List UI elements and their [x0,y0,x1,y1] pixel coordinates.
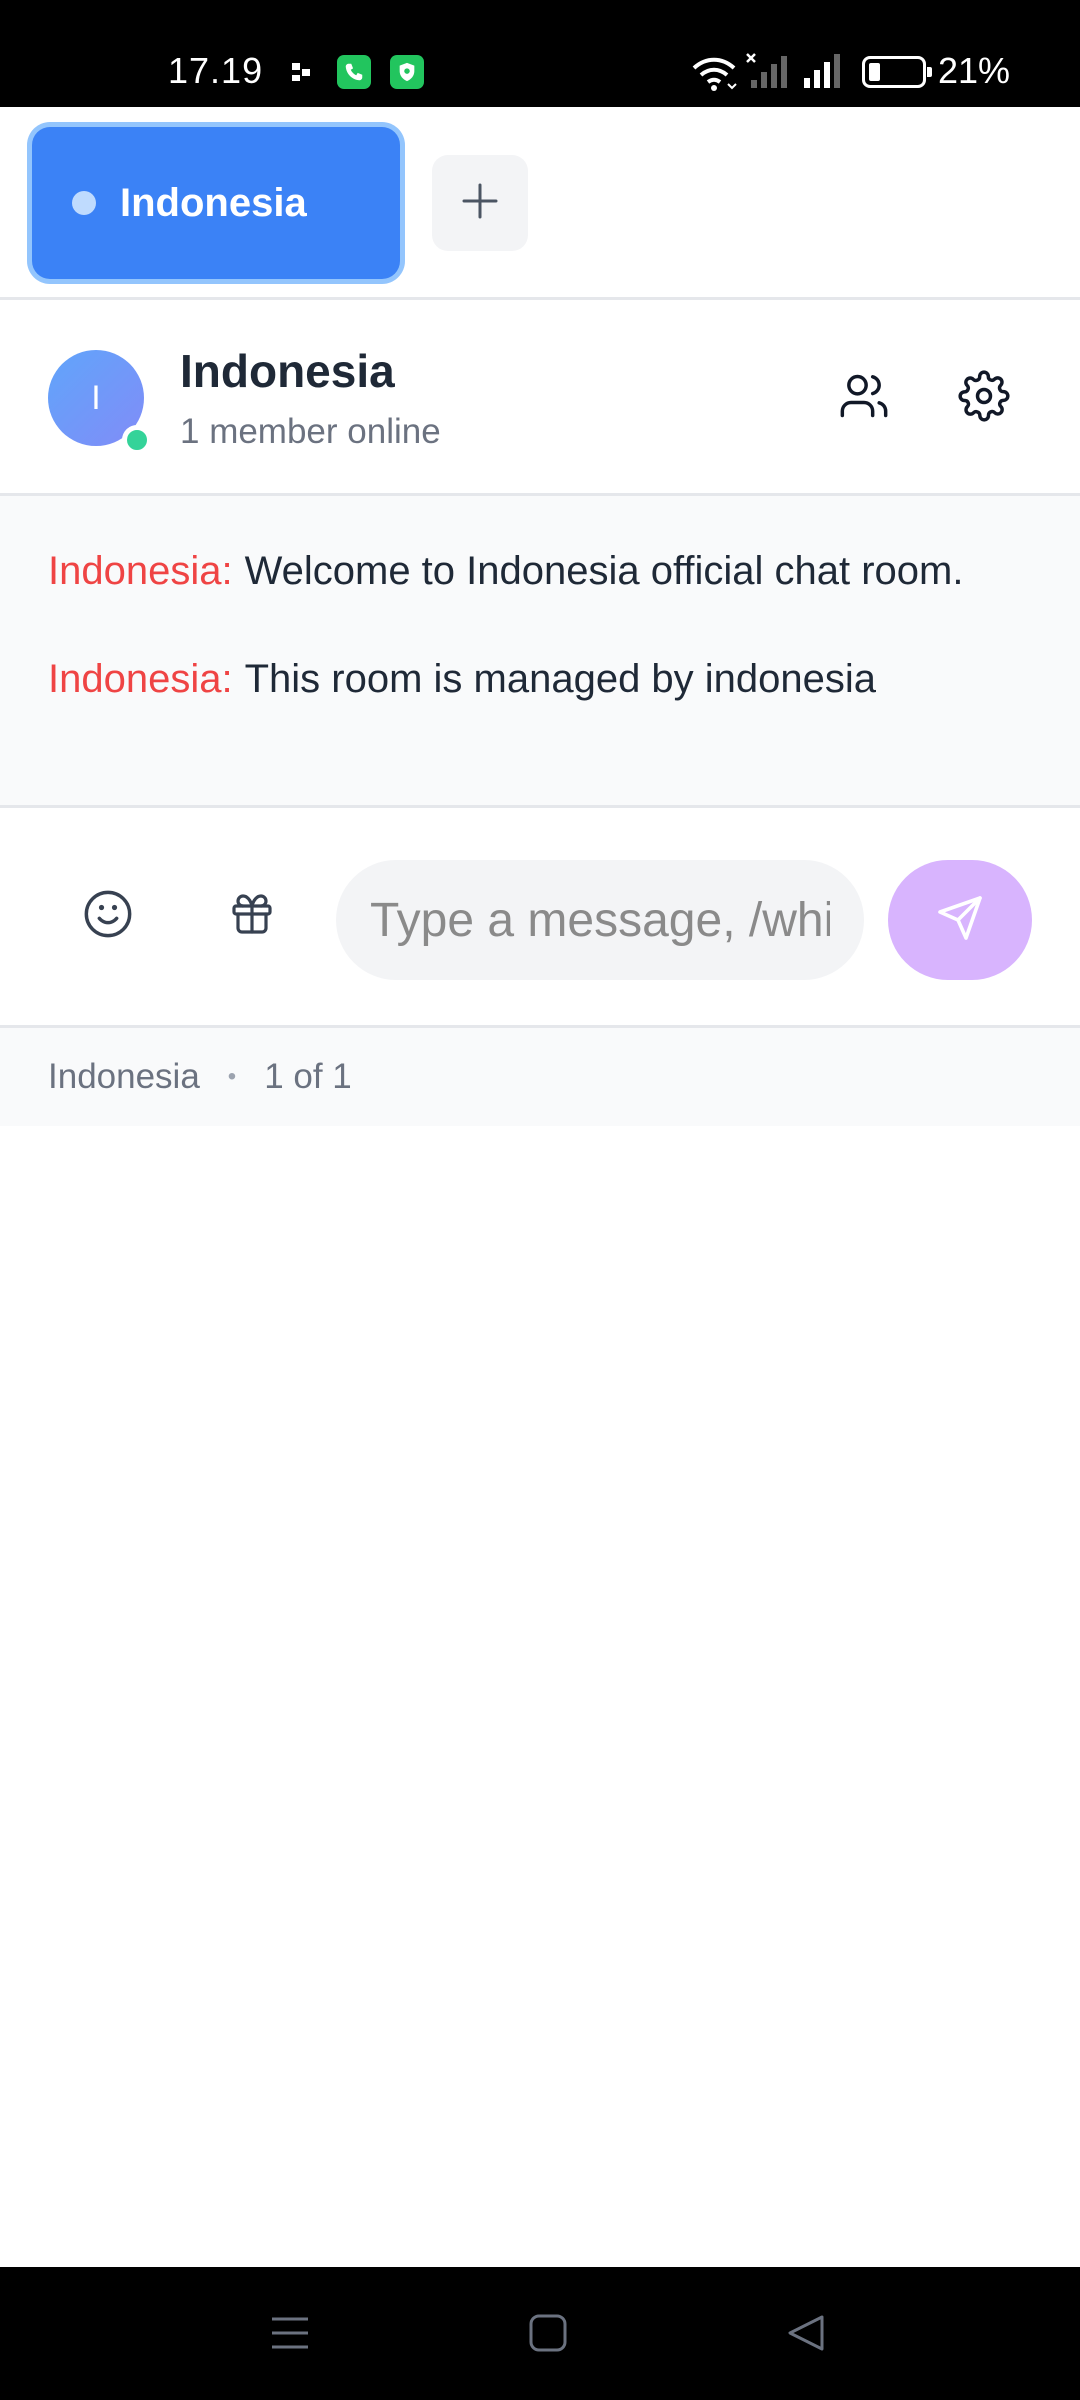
shield-app-icon [390,55,424,89]
online-count: 1 member online [180,412,441,451]
recent-apps-button[interactable] [262,2307,318,2363]
gear-icon [958,369,1010,427]
gift-icon [228,890,276,943]
back-button[interactable] [778,2307,834,2363]
message-sender[interactable]: Indonesia: [48,549,233,593]
tab-status-dot [72,191,96,215]
send-icon [936,894,984,947]
message-list: Indonesia: Welcome to Indonesia official … [0,496,1080,808]
wifi-icon [690,54,738,97]
message-input[interactable] [336,860,864,980]
members-icon [838,370,890,427]
battery-icon [862,56,932,88]
menu-icon [270,2315,310,2356]
message-text: This room is managed by indonesia [244,657,877,701]
battery-percent: 21% [938,50,1011,91]
pager-room-name: Indonesia [48,1057,200,1096]
chat-message: Indonesia: Welcome to Indonesia official … [48,546,1080,596]
members-button[interactable] [828,362,900,434]
send-button[interactable] [888,860,1032,980]
home-button[interactable] [520,2307,576,2363]
phone-app-icon [337,55,371,89]
signal-no-service-icon [745,52,791,95]
chat-message: Indonesia: This room is managed by indone… [48,654,1080,704]
room-title: Indonesia [180,345,395,397]
signal-icon [800,52,846,95]
message-composer [0,808,1080,1028]
pager-page: 1 of 1 [264,1057,352,1096]
add-room-button[interactable] [432,155,528,251]
tab-label: Indonesia [120,180,307,225]
system-nav-bar [0,2267,1080,2400]
emoji-icon [82,888,134,945]
status-time: 17.19 [168,50,264,91]
plus-icon [460,181,500,226]
message-text: Welcome to Indonesia official chat room. [244,549,964,593]
emoji-button[interactable] [70,878,146,954]
room-tabs-bar: Indonesia [0,107,1080,300]
notification-dots-icon [290,60,314,84]
tab-indonesia[interactable]: Indonesia [32,127,400,279]
home-square-icon [528,2313,568,2358]
room-header: I Indonesia 1 member online [0,300,1080,496]
status-bar: 17.19 21% [0,0,1080,107]
room-pager: Indonesia • 1 of 1 [0,1028,1080,1126]
message-sender[interactable]: Indonesia: [48,657,233,701]
back-triangle-icon [786,2313,826,2358]
pager-separator: • [227,1063,237,1090]
online-indicator [122,425,152,455]
settings-button[interactable] [948,362,1020,434]
gift-button[interactable] [214,878,290,954]
